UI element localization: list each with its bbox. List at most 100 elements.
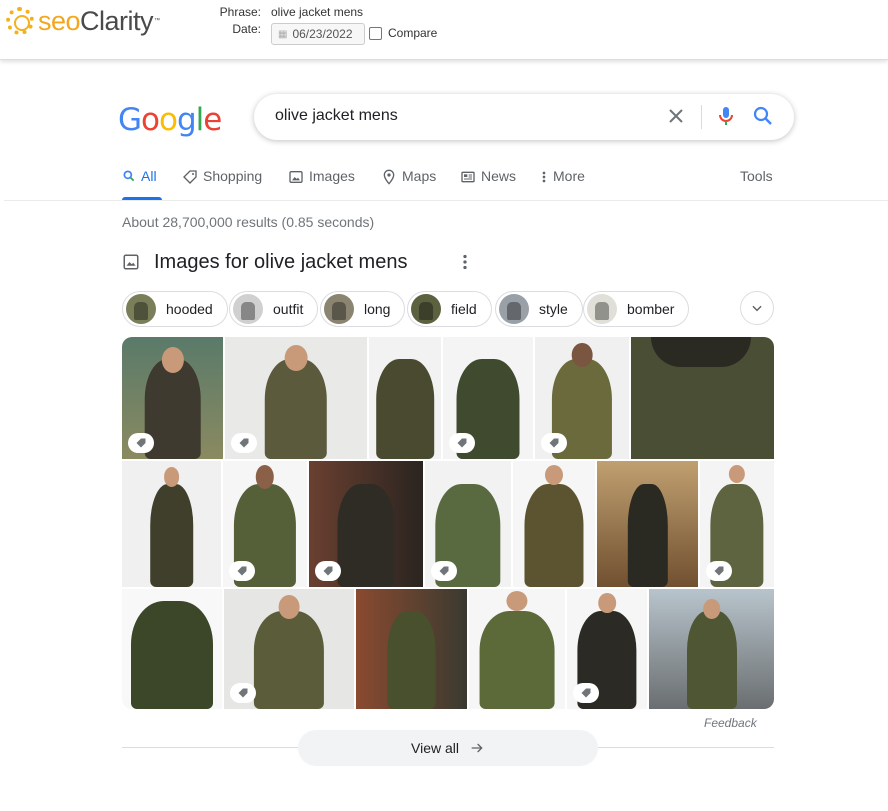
logo-letter: g bbox=[176, 102, 197, 138]
logo-letter: o bbox=[141, 102, 160, 138]
product-tag-icon bbox=[449, 433, 475, 453]
images-heading: Images for olive jacket mens bbox=[122, 248, 407, 276]
tab-label: Shopping bbox=[203, 168, 263, 184]
chip-thumbnail bbox=[587, 294, 617, 324]
seoclarity-logo[interactable]: seo Clarity ™ bbox=[6, 4, 160, 38]
tab-label: Images bbox=[309, 168, 355, 184]
tab-label: Maps bbox=[402, 168, 437, 184]
logo-letter: e bbox=[203, 102, 222, 138]
images-heading-text: Images for olive jacket mens bbox=[154, 250, 408, 273]
date-picker[interactable]: ▦ 06/23/2022 bbox=[271, 23, 365, 45]
tab-news[interactable]: News bbox=[460, 168, 516, 200]
chip-hooded[interactable]: hooded bbox=[122, 291, 228, 327]
image-result[interactable] bbox=[369, 337, 441, 459]
product-tag-icon bbox=[573, 683, 599, 703]
product-tag-icon bbox=[315, 561, 341, 581]
close-icon[interactable] bbox=[664, 104, 688, 128]
chip-label: hooded bbox=[166, 301, 213, 317]
chip-label: bomber bbox=[627, 301, 675, 317]
chip-field[interactable]: field bbox=[407, 291, 492, 327]
image-icon bbox=[123, 254, 139, 270]
chip-thumbnail bbox=[499, 294, 529, 324]
tools-button[interactable]: Tools bbox=[740, 168, 773, 184]
image-result[interactable] bbox=[122, 589, 222, 709]
image-results-grid bbox=[122, 337, 774, 709]
news-icon bbox=[461, 171, 475, 183]
image-result[interactable] bbox=[513, 461, 595, 587]
search-results-page: Google olive jacket mens All Shopping Im… bbox=[4, 68, 888, 811]
chip-label: long bbox=[364, 301, 391, 317]
seoclarity-header: seo Clarity ™ Phrase: olive jacket mens Da… bbox=[0, 0, 888, 60]
chip-bomber[interactable]: bomber bbox=[583, 291, 690, 327]
chip-thumbnail bbox=[233, 294, 263, 324]
image-result[interactable] bbox=[700, 461, 774, 587]
chip-outfit[interactable]: outfit bbox=[229, 291, 319, 327]
image-result[interactable] bbox=[631, 337, 774, 459]
logo-letter: G bbox=[118, 102, 142, 138]
product-tag-icon bbox=[431, 561, 457, 581]
image-result[interactable] bbox=[597, 461, 698, 587]
image-result[interactable] bbox=[122, 337, 223, 459]
more-options-icon[interactable] bbox=[456, 251, 474, 273]
chip-style[interactable]: style bbox=[495, 291, 583, 327]
search-icon bbox=[123, 170, 135, 182]
search-icon[interactable] bbox=[751, 104, 775, 128]
feedback-link[interactable]: Feedback bbox=[704, 716, 757, 730]
search-box[interactable]: olive jacket mens bbox=[254, 94, 794, 140]
microphone-icon[interactable] bbox=[714, 104, 738, 128]
compare-checkbox[interactable] bbox=[369, 27, 382, 40]
tab-label: News bbox=[481, 168, 517, 184]
chip-thumbnail bbox=[126, 294, 156, 324]
compare-label[interactable]: Compare bbox=[388, 26, 437, 40]
result-stats: About 28,700,000 results (0.85 seconds) bbox=[122, 214, 375, 230]
image-result[interactable] bbox=[122, 461, 221, 587]
view-all-label: View all bbox=[411, 740, 459, 756]
product-tag-icon bbox=[231, 433, 257, 453]
tab-label: All bbox=[141, 168, 157, 184]
product-tag-icon bbox=[706, 561, 732, 581]
image-result[interactable] bbox=[223, 461, 307, 587]
phrase-value: olive jacket mens bbox=[271, 5, 364, 19]
tab-label: More bbox=[553, 168, 585, 184]
date-value: 06/23/2022 bbox=[292, 27, 353, 41]
product-tag-icon bbox=[128, 433, 154, 453]
image-result[interactable] bbox=[443, 337, 533, 459]
tab-maps[interactable]: Maps bbox=[381, 168, 436, 200]
tab-all[interactable]: All bbox=[122, 168, 162, 200]
product-tag-icon bbox=[230, 683, 256, 703]
expand-chips-button[interactable] bbox=[740, 291, 774, 325]
view-all-button[interactable]: View all bbox=[298, 730, 598, 766]
phrase-label: Phrase: bbox=[219, 5, 261, 19]
trademark-mark: ™ bbox=[154, 18, 161, 24]
image-icon bbox=[289, 171, 303, 183]
search-input[interactable]: olive jacket mens bbox=[275, 107, 398, 125]
sun-logo-icon bbox=[6, 7, 34, 35]
chip-long[interactable]: long bbox=[320, 291, 406, 327]
date-label: Date: bbox=[232, 22, 261, 36]
image-result[interactable] bbox=[309, 461, 423, 587]
image-result[interactable] bbox=[567, 589, 647, 709]
image-result[interactable] bbox=[649, 589, 774, 709]
image-result[interactable] bbox=[224, 589, 354, 709]
product-tag-icon bbox=[541, 433, 567, 453]
chevron-down-icon bbox=[752, 305, 762, 312]
chip-thumbnail bbox=[324, 294, 354, 324]
image-result[interactable] bbox=[356, 589, 467, 709]
image-result[interactable] bbox=[469, 589, 565, 709]
tab-more[interactable]: More bbox=[540, 168, 585, 200]
image-result[interactable] bbox=[535, 337, 629, 459]
logo-letter: o bbox=[159, 102, 178, 138]
logo-clarity-text: Clarity bbox=[80, 5, 154, 36]
tab-images[interactable]: Images bbox=[288, 168, 355, 200]
chip-label: field bbox=[451, 301, 477, 317]
logo-letter: l bbox=[195, 102, 205, 138]
google-logo[interactable]: Google bbox=[118, 102, 222, 138]
search-divider bbox=[701, 105, 702, 129]
tabs-divider bbox=[4, 200, 888, 201]
image-result[interactable] bbox=[425, 461, 511, 587]
image-result[interactable] bbox=[225, 337, 367, 459]
chip-label: outfit bbox=[273, 301, 304, 317]
arrow-right-icon bbox=[471, 743, 483, 753]
tab-shopping[interactable]: Shopping bbox=[182, 168, 262, 200]
chip-thumbnail bbox=[411, 294, 441, 324]
